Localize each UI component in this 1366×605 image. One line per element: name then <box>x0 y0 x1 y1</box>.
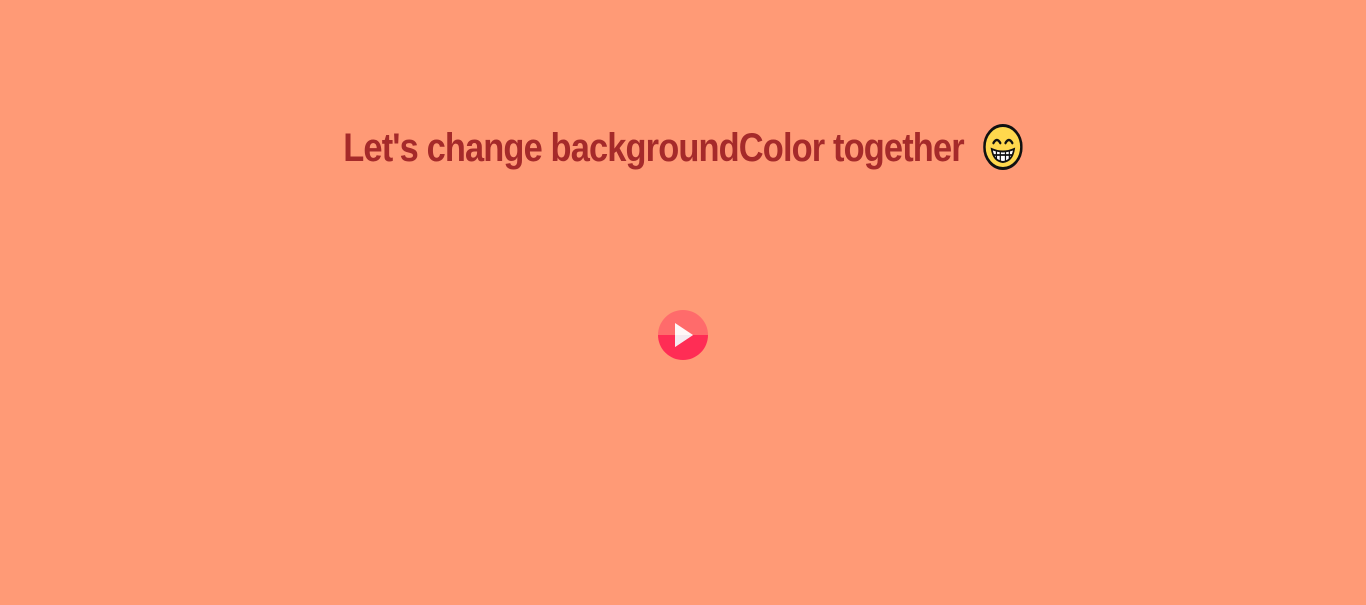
play-button[interactable] <box>658 310 708 360</box>
grinning-face-icon <box>982 123 1023 170</box>
page-title-text: Let's change backgroundColor together <box>343 125 964 170</box>
header: Let's change backgroundColor together <box>0 121 1366 175</box>
page-title: Let's change backgroundColor together <box>343 123 1023 171</box>
play-icon <box>658 310 708 360</box>
